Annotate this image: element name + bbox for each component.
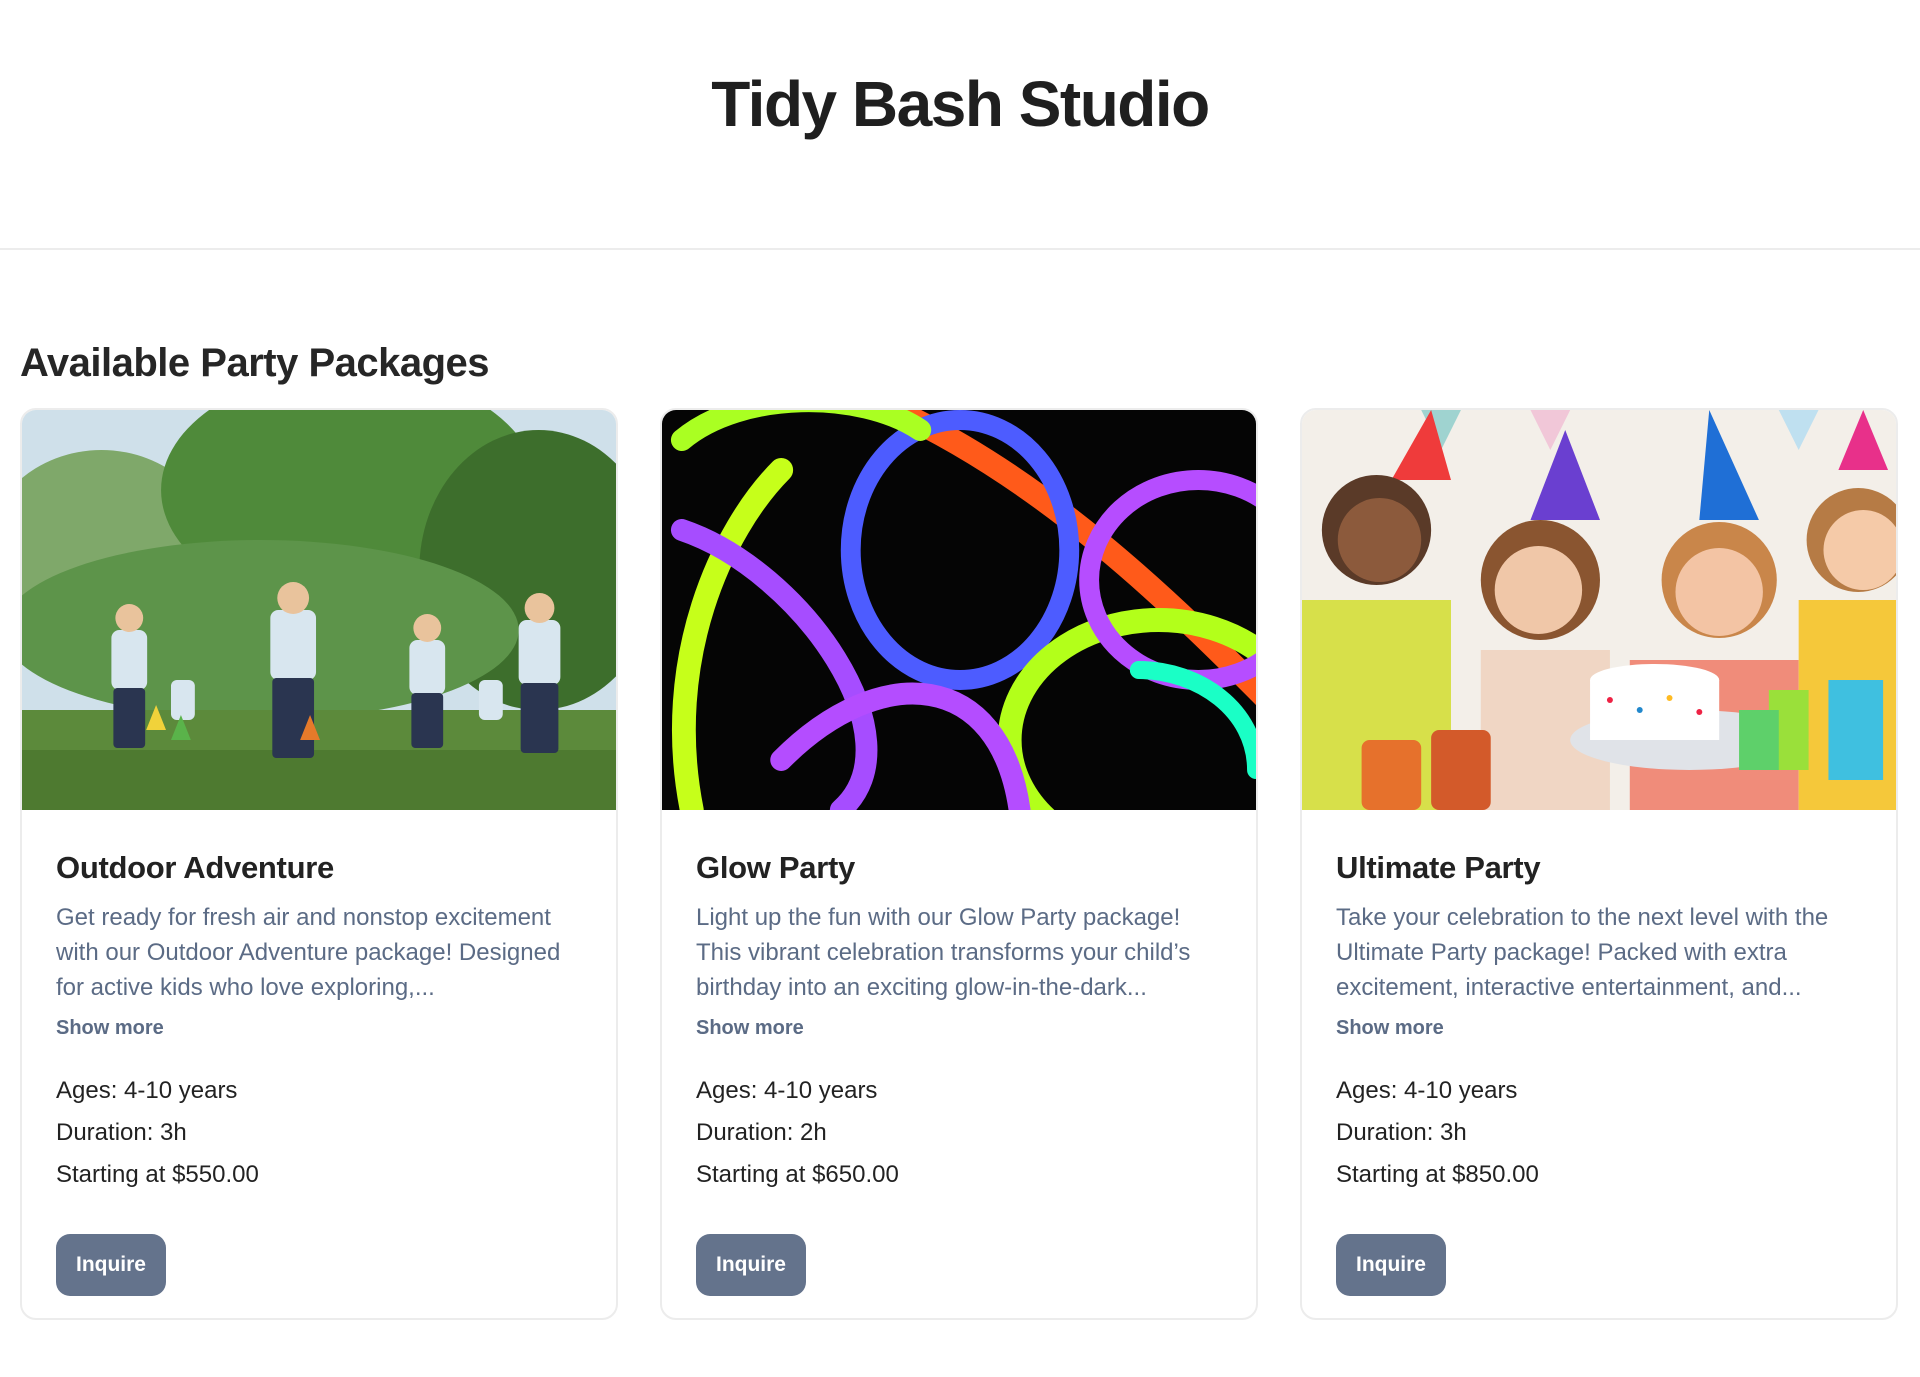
package-title: Outdoor Adventure bbox=[56, 850, 334, 885]
package-duration: Duration: 2h bbox=[696, 1119, 827, 1146]
package-ages: Ages: 4-10 years bbox=[696, 1077, 878, 1104]
package-card-body: Outdoor Adventure Get ready for fresh ai… bbox=[22, 810, 616, 1296]
show-more-link[interactable]: Show more bbox=[56, 1017, 164, 1040]
package-description: Light up the fun with our Glow Party pac… bbox=[696, 904, 1191, 1001]
site-title: Tidy Bash Studio bbox=[711, 68, 1210, 140]
package-ages: Ages: 4-10 years bbox=[56, 1077, 238, 1104]
package-price: Starting at $650.00 bbox=[696, 1161, 899, 1188]
package-duration: Duration: 3h bbox=[1336, 1119, 1467, 1146]
package-card-glow-party: Glow Party Light up the fun with our Glo… bbox=[660, 408, 1258, 1320]
package-duration: Duration: 3h bbox=[56, 1119, 187, 1146]
package-list: Outdoor Adventure Get ready for fresh ai… bbox=[20, 408, 1900, 1320]
inquire-button[interactable]: Inquire bbox=[56, 1234, 166, 1296]
main-content: Available Party Packages Outdoor Adventu… bbox=[0, 338, 1920, 1320]
package-image-outdoor bbox=[22, 410, 616, 810]
package-ages: Ages: 4-10 years bbox=[1336, 1077, 1518, 1104]
show-more-link[interactable]: Show more bbox=[1336, 1017, 1444, 1040]
package-image-ultimate bbox=[1302, 410, 1896, 810]
section-title: Available Party Packages bbox=[20, 341, 490, 385]
package-details: Ages: 4-10 years Duration: 2h Starting a… bbox=[696, 1070, 1222, 1196]
package-card-outdoor-adventure: Outdoor Adventure Get ready for fresh ai… bbox=[20, 408, 618, 1320]
inquire-button[interactable]: Inquire bbox=[696, 1234, 806, 1296]
package-image-glow bbox=[662, 410, 1256, 810]
package-card-body: Ultimate Party Take your celebration to … bbox=[1302, 810, 1896, 1296]
package-price: Starting at $550.00 bbox=[56, 1161, 259, 1188]
package-details: Ages: 4-10 years Duration: 3h Starting a… bbox=[56, 1070, 582, 1196]
package-details: Ages: 4-10 years Duration: 3h Starting a… bbox=[1336, 1070, 1862, 1196]
package-card-body: Glow Party Light up the fun with our Glo… bbox=[662, 810, 1256, 1296]
inquire-button[interactable]: Inquire bbox=[1336, 1234, 1446, 1296]
package-description: Get ready for fresh air and nonstop exci… bbox=[56, 904, 561, 1001]
show-more-link[interactable]: Show more bbox=[696, 1017, 804, 1040]
package-card-ultimate-party: Ultimate Party Take your celebration to … bbox=[1300, 408, 1898, 1320]
package-title: Glow Party bbox=[696, 850, 855, 885]
package-description: Take your celebration to the next level … bbox=[1336, 904, 1829, 1001]
package-price: Starting at $850.00 bbox=[1336, 1161, 1539, 1188]
package-title: Ultimate Party bbox=[1336, 850, 1541, 885]
site-header: Tidy Bash Studio bbox=[0, 0, 1920, 250]
